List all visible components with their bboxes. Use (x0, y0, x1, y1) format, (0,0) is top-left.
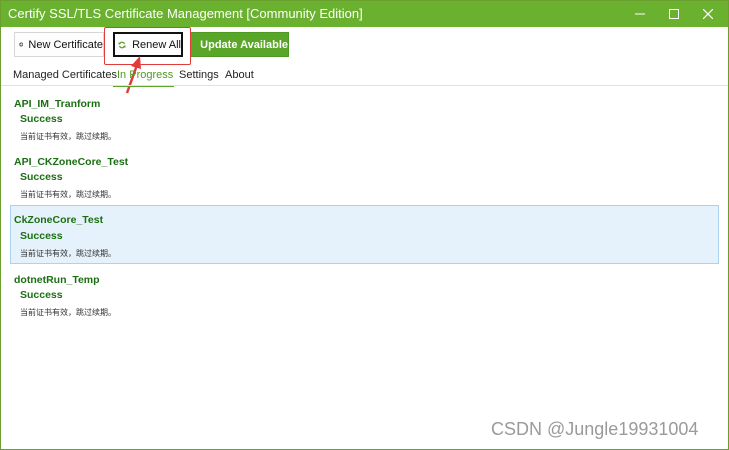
list-item[interactable]: API_CKZoneCore_Test Success 当前证书有效，跳过续期。 (10, 149, 719, 205)
item-status: Success (20, 171, 63, 183)
item-message: 当前证书有效，跳过续期。 (20, 190, 116, 199)
tab-settings[interactable]: Settings (179, 69, 219, 81)
refresh-icon (118, 41, 126, 48)
tab-managed-certificates[interactable]: Managed Certificates (13, 69, 117, 81)
renew-all-label: Renew All (132, 38, 181, 51)
tab-in-progress[interactable]: In Progress (117, 69, 173, 81)
list-item[interactable]: dotnetRun_Temp Success 当前证书有效，跳过续期。 (10, 267, 719, 323)
tab-bar: Managed Certificates In Progress Setting… (1, 67, 728, 87)
new-certificate-button[interactable]: New Certificate (14, 32, 104, 57)
title-bar: Certify SSL/TLS Certificate Management [… (1, 1, 728, 27)
maximize-icon (669, 9, 679, 19)
tab-about[interactable]: About (225, 69, 254, 81)
plus-circle-icon (19, 42, 24, 47)
minimize-icon (635, 13, 645, 15)
app-window: Certify SSL/TLS Certificate Management [… (0, 0, 729, 450)
list-item[interactable]: API_IM_Tranform Success 当前证书有效，跳过续期。 (10, 91, 719, 147)
update-available-label: Update Available (200, 38, 288, 51)
item-name: API_CKZoneCore_Test (14, 156, 129, 168)
tab-divider (1, 85, 728, 86)
update-available-button[interactable]: Update Available (190, 32, 289, 57)
watermark-text: CSDN @Jungle19931004 (491, 419, 699, 439)
item-status: Success (20, 289, 63, 301)
item-name: CkZoneCore_Test (14, 214, 104, 226)
item-message: 当前证书有效，跳过续期。 (20, 308, 116, 317)
item-status: Success (20, 230, 63, 242)
item-message: 当前证书有效，跳过续期。 (20, 132, 116, 141)
item-name: dotnetRun_Temp (14, 274, 100, 286)
maximize-button[interactable] (657, 1, 691, 27)
item-message: 当前证书有效，跳过续期。 (20, 249, 116, 258)
list-item-selected[interactable]: CkZoneCore_Test Success 当前证书有效，跳过续期。 (10, 205, 719, 264)
new-certificate-label: New Certificate (28, 38, 103, 51)
close-icon (703, 9, 713, 19)
minimize-button[interactable] (623, 1, 657, 27)
window-title: Certify SSL/TLS Certificate Management [… (8, 6, 363, 21)
item-name: API_IM_Tranform (14, 98, 101, 110)
close-button[interactable] (691, 1, 725, 27)
item-status: Success (20, 113, 63, 125)
renew-all-button[interactable]: Renew All (113, 32, 183, 57)
